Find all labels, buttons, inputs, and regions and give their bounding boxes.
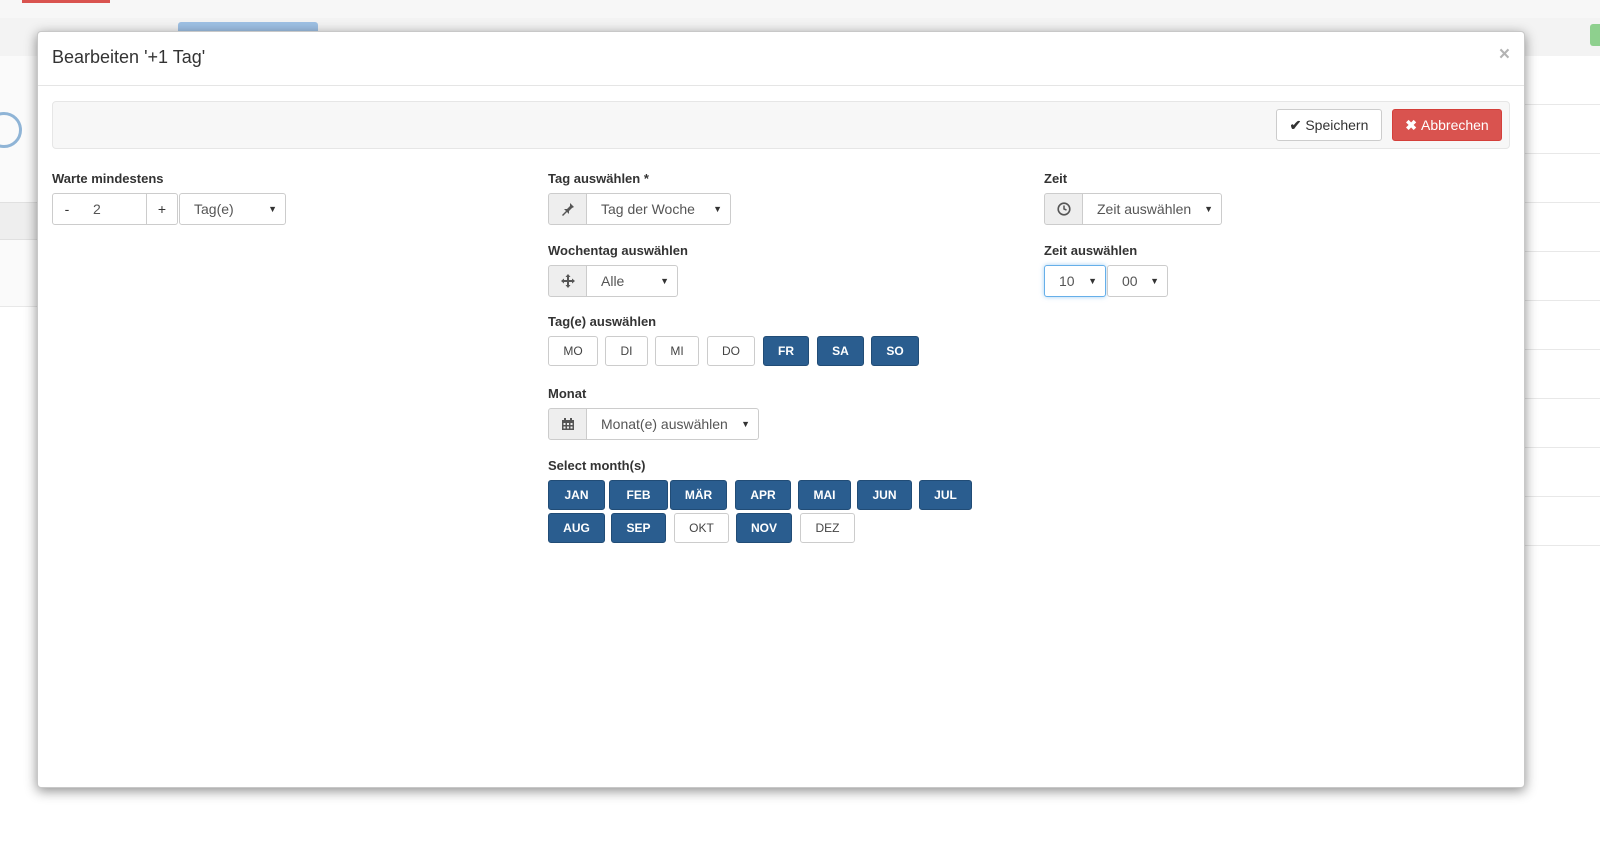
- cancel-button[interactable]: ✖ Abbrechen: [1392, 109, 1502, 141]
- decrement-button[interactable]: -: [52, 193, 82, 225]
- months-label: Select month(s): [548, 458, 646, 473]
- caret-down-icon: ▼: [713, 204, 722, 214]
- month-label: Monat: [548, 386, 587, 401]
- month-toggle-5[interactable]: JUN: [857, 480, 912, 510]
- time-select[interactable]: Zeit auswählen ▼: [1082, 193, 1222, 225]
- modal-header: Bearbeiten '+1 Tag' ×: [38, 32, 1524, 86]
- background-green-button: [1590, 24, 1600, 46]
- time-select-label: Zeit auswählen: [1044, 243, 1138, 258]
- caret-down-icon: ▼: [741, 419, 750, 429]
- day-toggle-di[interactable]: DI: [605, 336, 648, 366]
- month-toggle-0[interactable]: JAN: [548, 480, 605, 510]
- month-toggle-7[interactable]: AUG: [548, 513, 605, 543]
- close-icon[interactable]: ×: [1499, 44, 1510, 66]
- background-left-panel: [0, 56, 37, 307]
- month-toggle-10[interactable]: NOV: [736, 513, 792, 543]
- x-icon: ✖: [1405, 116, 1417, 133]
- caret-down-icon: ▼: [1150, 276, 1159, 286]
- time-select-value: Zeit auswählen: [1097, 201, 1192, 217]
- month-toggle-3[interactable]: APR: [735, 480, 791, 510]
- wait-unit-value: Tag(e): [194, 201, 234, 217]
- caret-down-icon: ▼: [268, 204, 277, 214]
- check-icon: ✔: [1289, 116, 1302, 133]
- day-select-label-text: Tag auswählen: [548, 171, 641, 186]
- weekday-select-group: Alle ▼: [548, 265, 678, 297]
- edit-modal: Bearbeiten '+1 Tag' × ✔ Speichern ✖ Abbr…: [37, 31, 1525, 788]
- month-toggle-9[interactable]: OKT: [674, 513, 729, 543]
- weekday-value: Alle: [601, 273, 625, 289]
- month-select[interactable]: Monat(e) auswählen ▼: [586, 408, 759, 440]
- weekday-label: Wochentag auswählen: [548, 243, 688, 258]
- day-toggle-do[interactable]: DO: [707, 336, 755, 366]
- modal-toolbar: ✔ Speichern ✖ Abbrechen: [52, 101, 1510, 149]
- day-toggle-sa[interactable]: SA: [817, 336, 864, 366]
- day-select-label: Tag auswählen *: [548, 171, 649, 186]
- days-label: Tag(e) auswählen: [548, 314, 657, 329]
- month-toggle-2[interactable]: MÄR: [670, 480, 727, 510]
- background-right-table: [1524, 56, 1600, 551]
- day-type-select[interactable]: Tag der Woche ▼: [586, 193, 731, 225]
- move-icon: [548, 265, 587, 297]
- pin-icon: [548, 193, 587, 225]
- weekday-select[interactable]: Alle ▼: [586, 265, 678, 297]
- save-button-label: Speichern: [1305, 117, 1369, 133]
- hour-select[interactable]: 10 ▼: [1044, 265, 1106, 297]
- day-toggle-mi[interactable]: MI: [655, 336, 699, 366]
- month-toggle-1[interactable]: FEB: [609, 480, 668, 510]
- minute-select[interactable]: 00 ▼: [1107, 265, 1168, 297]
- cancel-button-label: Abbrechen: [1421, 117, 1489, 133]
- caret-down-icon: ▼: [660, 276, 669, 286]
- day-toggle-fr[interactable]: FR: [763, 336, 809, 366]
- month-toggle-6[interactable]: JUL: [919, 480, 972, 510]
- month-toggle-8[interactable]: SEP: [611, 513, 666, 543]
- background-left-row: [0, 202, 37, 240]
- day-select: Tag der Woche ▼: [548, 193, 731, 225]
- day-toggle-so[interactable]: SO: [871, 336, 919, 366]
- clock-icon: [1044, 193, 1083, 225]
- caret-down-icon: ▼: [1088, 276, 1097, 286]
- wait-unit-select[interactable]: Tag(e) ▼: [179, 193, 286, 225]
- caret-down-icon: ▼: [1204, 204, 1213, 214]
- time-picker: 10 ▼ 00 ▼: [1044, 265, 1168, 297]
- day-toggle-mo[interactable]: MO: [548, 336, 598, 366]
- minute-value: 00: [1122, 273, 1138, 289]
- required-mark: *: [643, 171, 649, 186]
- time-select-group: Zeit auswählen ▼: [1044, 193, 1222, 225]
- wait-value-input[interactable]: 2: [81, 193, 147, 225]
- month-toggle-4[interactable]: MAI: [798, 480, 851, 510]
- save-button[interactable]: ✔ Speichern: [1276, 109, 1382, 141]
- hour-value: 10: [1059, 273, 1075, 289]
- wait-label: Warte mindestens: [52, 171, 164, 186]
- wait-stepper: - 2 + Tag(e) ▼: [52, 193, 286, 225]
- time-label: Zeit: [1044, 171, 1068, 186]
- background-red-bar: [22, 0, 110, 3]
- increment-button[interactable]: +: [146, 193, 178, 225]
- day-type-value: Tag der Woche: [601, 201, 695, 217]
- calendar-icon: [548, 408, 587, 440]
- background-topbar: [0, 0, 1600, 19]
- month-select-value: Monat(e) auswählen: [601, 416, 728, 432]
- month-select-group: Monat(e) auswählen ▼: [548, 408, 759, 440]
- modal-title: Bearbeiten '+1 Tag': [52, 47, 206, 67]
- month-toggle-11[interactable]: DEZ: [800, 513, 855, 543]
